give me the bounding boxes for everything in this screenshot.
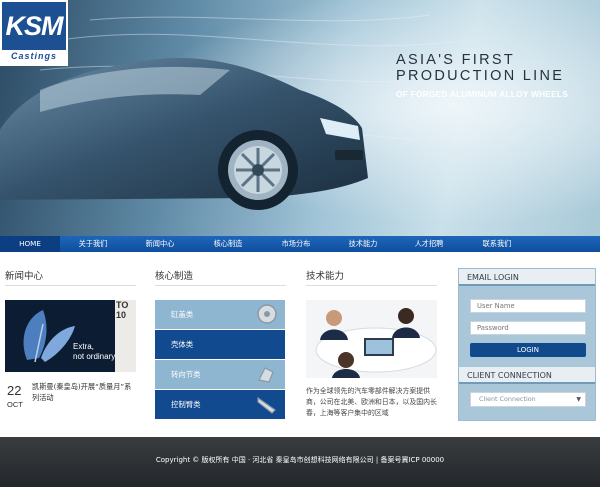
office-meeting-image (306, 300, 437, 378)
news-image-brand: TO 10 (116, 300, 129, 320)
news-image-caption: Extra, (73, 342, 94, 351)
username-input[interactable] (470, 299, 586, 313)
tech-image[interactable] (306, 300, 437, 378)
nav-item-home[interactable]: HOME (0, 236, 60, 252)
news-headline-link[interactable]: 凯斯曼(秦皇岛)开展“质量月”系列活动 (32, 381, 132, 403)
news-date-day: 22 (7, 383, 22, 398)
logo-subtitle: Castings (10, 51, 57, 61)
ksm-logo[interactable]: KSM Castings (0, 0, 68, 66)
core-item-label: 转向节类 (171, 370, 201, 379)
news-section-title: 新闻中心 (5, 271, 44, 282)
news-divider (5, 285, 136, 286)
core-item-cylinder-head[interactable]: 缸盖类 (155, 300, 285, 329)
nav-item-technology[interactable]: 技术能力 (330, 236, 396, 252)
client-select-value: Client Connection (479, 395, 536, 403)
core-item-label: 壳体类 (171, 340, 194, 349)
footer: Copyright © 版权所有 中国 · 河北省 秦皇岛市创想科技网络有限公司… (0, 437, 600, 487)
hero-slogan: ASIA'S FIRST PRODUCTION LINE OF FORGED A… (396, 52, 568, 99)
news-image-caption: not ordinary. (73, 352, 117, 361)
client-connection-select[interactable]: Client Connection ▼ (470, 392, 586, 407)
footer-copyright: Copyright © 版权所有 中国 · 河北省 秦皇岛市创想科技网络有限公司… (155, 456, 445, 464)
core-item-label: 控制臂类 (171, 400, 201, 409)
main-nav: HOME 关于我们 新闻中心 核心制造 市场分布 技术能力 人才招聘 联系我们 (0, 236, 600, 252)
logo-mark: KSM (2, 2, 66, 50)
nav-item-manufacturing[interactable]: 核心制造 (194, 236, 262, 252)
nav-item-careers[interactable]: 人才招聘 (396, 236, 462, 252)
control-arm-part-icon (257, 396, 276, 414)
hero-banner: KSM Castings ASIA'S FIRST PRODUCTION LIN… (0, 0, 600, 236)
nav-item-contact[interactable]: 联系我们 (462, 236, 532, 252)
client-connection-heading: CLIENT CONNECTION (459, 367, 595, 384)
slogan-line-3: OF FORGED ALUMINUM ALLOY WHEELS (396, 89, 568, 99)
tech-divider (306, 285, 437, 286)
knuckle-part-icon (258, 367, 274, 383)
email-login-heading: EMAIL LOGIN (459, 269, 595, 286)
gear-part-icon (257, 304, 277, 324)
hero-car-illustration (0, 0, 600, 236)
core-divider (155, 285, 286, 286)
core-item-control-arm[interactable]: 控制臂类 (155, 390, 285, 419)
tech-section-title: 技术能力 (306, 271, 345, 282)
tech-description: 作为全球领先的汽车零部件解决方案提供商，公司在北美、欧洲和日本，以及国内长春，上… (306, 387, 437, 417)
nav-item-about[interactable]: 关于我们 (60, 236, 126, 252)
login-button[interactable]: LOGIN (470, 343, 586, 357)
news-date-month: OCT (7, 400, 23, 409)
core-item-label: 缸盖类 (171, 310, 194, 319)
slogan-line-1: ASIA'S FIRST (396, 52, 515, 68)
core-item-knuckle[interactable]: 转向节类 (155, 360, 285, 389)
slogan-line-2: PRODUCTION LINE (396, 68, 565, 84)
chevron-down-icon: ▼ (576, 396, 581, 403)
password-input[interactable] (470, 321, 586, 335)
core-section-title: 核心制造 (155, 271, 194, 282)
nav-item-market[interactable]: 市场分布 (262, 236, 330, 252)
nav-item-news[interactable]: 新闻中心 (126, 236, 194, 252)
core-item-housing[interactable]: 壳体类 (155, 330, 285, 359)
